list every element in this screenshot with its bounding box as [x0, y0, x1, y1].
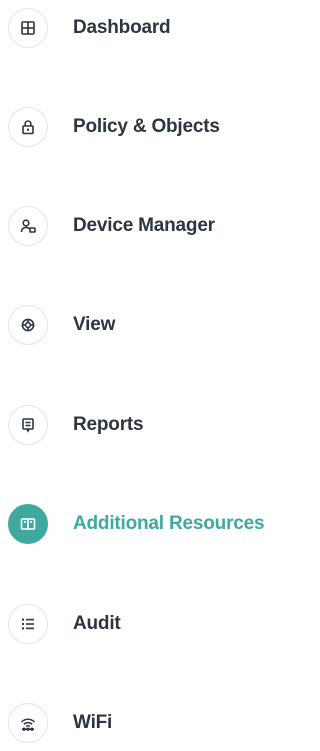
- lock-icon: [8, 107, 48, 147]
- nav-item-device-manager[interactable]: Device Manager: [0, 198, 287, 254]
- nav-label-view: View: [73, 314, 116, 335]
- nav-item-view[interactable]: View: [0, 297, 287, 353]
- nav-item-audit[interactable]: Audit: [0, 596, 287, 652]
- nav-label-additional-resources: Additional Resources: [73, 513, 265, 534]
- sidebar-nav: Dashboard Policy & Objects Device Manage…: [0, 0, 287, 747]
- device-manager-icon: [8, 206, 48, 246]
- view-icon: [8, 305, 48, 345]
- nav-item-additional-resources[interactable]: Additional Resources: [0, 496, 287, 552]
- list-icon: [8, 604, 48, 644]
- nav-label-audit: Audit: [73, 613, 121, 634]
- nav-item-dashboard[interactable]: Dashboard: [0, 0, 287, 56]
- book-icon: [8, 504, 48, 544]
- wifi-icon: [8, 703, 48, 743]
- nav-label-device-manager: Device Manager: [73, 215, 215, 236]
- nav-label-policy-objects: Policy & Objects: [73, 116, 220, 137]
- nav-label-wifi: WiFi: [73, 712, 113, 733]
- nav-item-reports[interactable]: Reports: [0, 397, 287, 453]
- nav-item-policy-objects[interactable]: Policy & Objects: [0, 99, 287, 155]
- dashboard-icon: [8, 8, 48, 48]
- nav-label-reports: Reports: [73, 414, 144, 435]
- nav-item-wifi[interactable]: WiFi: [0, 695, 287, 751]
- reports-icon: [8, 405, 48, 445]
- nav-label-dashboard: Dashboard: [73, 17, 171, 38]
